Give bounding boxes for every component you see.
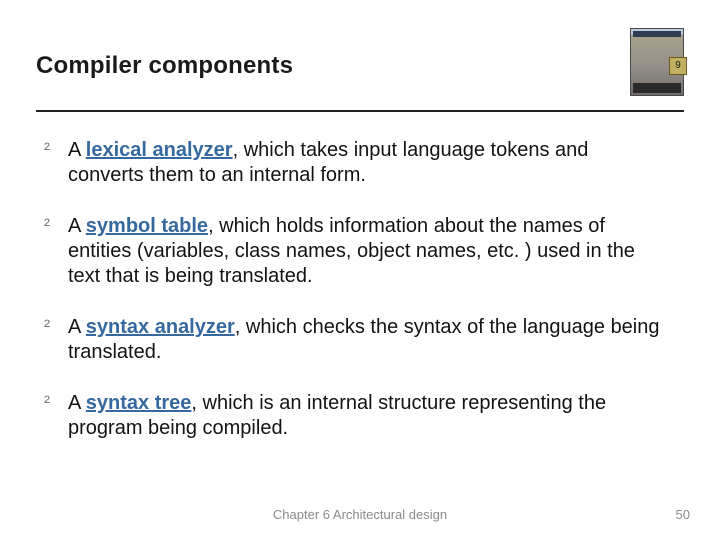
bullet-glyph: ² [44, 391, 68, 441]
body: ² A lexical analyzer, which takes input … [44, 138, 660, 467]
title-rule [36, 110, 684, 112]
list-item: ² A syntax tree, which is an internal st… [44, 391, 660, 441]
bullet-glyph: ² [44, 138, 68, 188]
list-item-text: A syntax tree, which is an internal stru… [68, 391, 660, 441]
item-prefix: A [68, 139, 86, 161]
item-prefix: A [68, 392, 86, 414]
bullet-glyph: ² [44, 214, 68, 289]
item-term: symbol table [86, 215, 208, 237]
item-term: syntax tree [86, 392, 192, 414]
list-item-text: A lexical analyzer, which takes input la… [68, 138, 660, 188]
slide: Compiler components 9 ² A lexical analyz… [0, 0, 720, 540]
book-cover-thumbnail: 9 [630, 28, 684, 96]
item-prefix: A [68, 215, 86, 237]
bullet-glyph: ² [44, 315, 68, 365]
item-prefix: A [68, 316, 86, 338]
list-item: ² A syntax analyzer, which checks the sy… [44, 315, 660, 365]
list-item: ² A lexical analyzer, which takes input … [44, 138, 660, 188]
list-item-text: A syntax analyzer, which checks the synt… [68, 315, 660, 365]
footer-chapter: Chapter 6 Architectural design [0, 507, 720, 522]
list-item-text: A symbol table, which holds information … [68, 214, 660, 289]
title-row: Compiler components 9 [36, 52, 684, 96]
slide-title: Compiler components [36, 52, 293, 80]
item-term: lexical analyzer [86, 139, 233, 161]
footer-page-number: 50 [676, 507, 690, 522]
item-term: syntax analyzer [86, 316, 235, 338]
edition-badge: 9 [669, 57, 687, 75]
list-item: ² A symbol table, which holds informatio… [44, 214, 660, 289]
